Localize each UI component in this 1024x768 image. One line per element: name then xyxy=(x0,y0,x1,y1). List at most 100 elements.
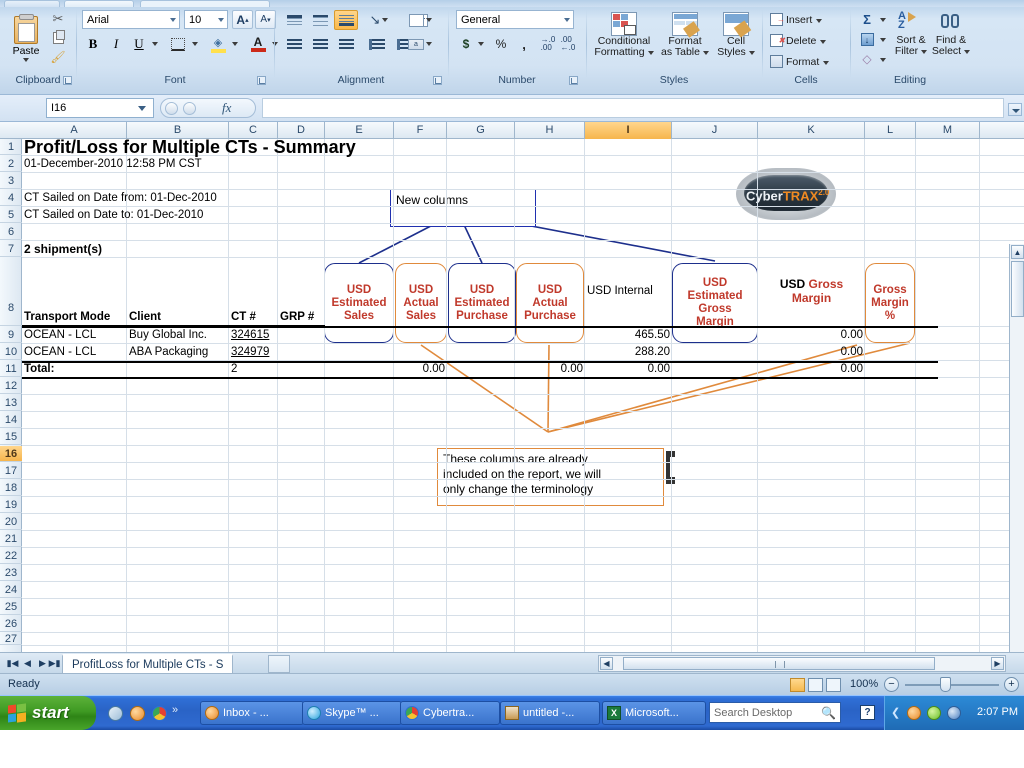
view-page-layout-button[interactable] xyxy=(808,678,823,692)
header-ct-number[interactable]: CT # xyxy=(229,309,278,326)
chrome-icon[interactable] xyxy=(152,706,167,721)
paste-button[interactable]: Paste xyxy=(6,10,46,68)
quick-launch-overflow-icon[interactable]: » xyxy=(172,704,178,716)
scroll-up-arrow[interactable]: ▲ xyxy=(1011,245,1024,259)
fill-color-button[interactable]: ◈ xyxy=(206,34,230,54)
row-header-19[interactable]: 19 xyxy=(0,497,22,513)
row-header-23[interactable]: 23 xyxy=(0,565,22,581)
column-header-F[interactable]: F xyxy=(394,122,447,139)
network-tray-icon[interactable] xyxy=(947,706,961,720)
scroll-right-arrow[interactable]: ▶ xyxy=(991,657,1004,670)
row-header-7[interactable]: 7 xyxy=(0,241,22,257)
selection-handle[interactable] xyxy=(666,457,670,477)
column-header-I[interactable]: I xyxy=(585,122,672,139)
borders-dropdown[interactable] xyxy=(190,38,200,50)
fill-dropdown[interactable] xyxy=(878,34,888,46)
taskbar-button-skype[interactable]: Skype™ ... xyxy=(302,701,402,725)
enter-icon[interactable] xyxy=(183,102,196,115)
align-top-button[interactable] xyxy=(282,10,306,30)
search-icon[interactable]: 🔍 xyxy=(821,706,836,720)
cell-gross-margin-9[interactable]: 0.00 xyxy=(758,327,865,343)
cell-area[interactable]: USD Estimated Sales USD Actual Sales USD Estima… xyxy=(22,137,1024,652)
column-header-M[interactable]: M xyxy=(916,122,980,139)
cell-usd-internal-10[interactable]: 288.20 xyxy=(585,344,672,360)
tab-page-layout[interactable] xyxy=(140,0,270,7)
vertical-scrollbar[interactable]: ▲ ▼ xyxy=(1009,244,1024,652)
zoom-slider-thumb[interactable] xyxy=(940,677,951,692)
header-client[interactable]: Client xyxy=(127,309,229,326)
autosum-dropdown[interactable] xyxy=(878,14,888,26)
row-header-22[interactable]: 22 xyxy=(0,548,22,564)
cancel-icon[interactable] xyxy=(165,102,178,115)
row-header-14[interactable]: 14 xyxy=(0,412,22,428)
delete-cells-button[interactable]: ✖ Delete xyxy=(770,31,842,50)
row-header-25[interactable]: 25 xyxy=(0,599,22,615)
antivirus-tray-icon[interactable] xyxy=(927,706,941,720)
number-format-select[interactable]: General xyxy=(456,10,574,29)
column-callout-f[interactable]: USD Actual Sales xyxy=(395,263,447,343)
nav-prev-sheet-icon[interactable]: ◀ xyxy=(21,657,34,670)
header-grp-number[interactable]: GRP # xyxy=(278,309,325,326)
header-usd-gross-margin[interactable]: USD Gross Margin xyxy=(758,274,865,308)
merge-and-center-button[interactable] xyxy=(406,10,434,30)
underline-dropdown[interactable] xyxy=(150,38,160,50)
cell-shipment-count[interactable]: 2 shipment(s) xyxy=(22,241,222,257)
row-header-9[interactable]: 9 xyxy=(0,327,22,343)
currency-button[interactable]: $ xyxy=(456,34,476,54)
column-header-G[interactable]: G xyxy=(447,122,515,139)
align-middle-button[interactable] xyxy=(308,10,332,30)
view-page-break-button[interactable] xyxy=(826,678,841,692)
insert-function-icon[interactable]: fx xyxy=(222,100,231,116)
number-dialog-launcher[interactable] xyxy=(569,76,578,85)
clear-button[interactable]: ◇ xyxy=(856,50,878,68)
orientation-button[interactable]: ↘ xyxy=(364,10,394,30)
cell-total-h[interactable]: 0.00 xyxy=(515,361,585,377)
fill-color-dropdown[interactable] xyxy=(230,38,240,50)
mail-tray-icon[interactable] xyxy=(907,706,921,720)
name-box-chevron-down-icon[interactable] xyxy=(138,106,146,111)
header-transport-mode[interactable]: Transport Mode xyxy=(22,309,127,326)
taskbar-button-inbox[interactable]: Inbox - ... xyxy=(200,701,304,725)
formula-input[interactable] xyxy=(262,98,1004,118)
clipboard-dialog-launcher[interactable] xyxy=(63,76,72,85)
row-header-27[interactable]: 27 xyxy=(0,633,22,645)
row-header-12[interactable]: 12 xyxy=(0,378,22,394)
decrease-decimal-button[interactable]: .00 ←.0 xyxy=(558,34,578,54)
row-header-11[interactable]: 11 xyxy=(0,361,22,377)
decrease-indent-button[interactable] xyxy=(364,34,390,54)
row-header-26[interactable]: 26 xyxy=(0,616,22,632)
row-header-20[interactable]: 20 xyxy=(0,514,22,530)
zoom-slider-track[interactable] xyxy=(905,684,999,686)
sort-and-filter-button[interactable]: A Z Sort & Filter xyxy=(892,10,930,72)
start-button[interactable]: start xyxy=(0,696,96,730)
column-header-H[interactable]: H xyxy=(515,122,585,139)
search-desktop-input[interactable]: Search Desktop 🔍 xyxy=(709,702,841,723)
cut-button[interactable]: ✂ xyxy=(48,10,68,28)
cell-styles-button[interactable]: Cell Styles xyxy=(714,10,758,72)
cell-ct-10[interactable]: 324979 xyxy=(229,344,278,360)
font-dialog-launcher[interactable] xyxy=(257,76,266,85)
italic-button[interactable]: I xyxy=(105,34,127,54)
row-header-1[interactable]: 1 xyxy=(0,139,22,155)
system-clock[interactable]: 2:07 PM xyxy=(977,706,1018,718)
format-as-table-button[interactable]: Format as Table xyxy=(658,10,712,72)
column-header-L[interactable]: L xyxy=(865,122,916,139)
formula-bar-expand-button[interactable] xyxy=(1008,103,1022,116)
font-size-input[interactable]: 10 xyxy=(184,10,228,29)
cell-transport-10[interactable]: OCEAN - LCL xyxy=(22,344,127,360)
increase-decimal-button[interactable]: →.0.00 xyxy=(538,34,558,54)
cell-total-f[interactable]: 0.00 xyxy=(394,361,447,377)
column-header-K[interactable]: K xyxy=(758,122,865,139)
horizontal-scrollbar[interactable]: ◀ ▶ xyxy=(598,655,1006,672)
font-color-button[interactable]: A xyxy=(246,34,270,54)
vertical-scroll-thumb[interactable] xyxy=(1011,261,1024,317)
row-header-2[interactable]: 2 xyxy=(0,156,22,172)
cell-gross-margin-10[interactable]: 0.00 xyxy=(758,344,865,360)
row-header-6[interactable]: 6 xyxy=(0,224,22,240)
row-header-3[interactable]: 3 xyxy=(0,173,22,189)
cell-ct-9[interactable]: 324615 xyxy=(229,327,278,343)
row-header-13[interactable]: 13 xyxy=(0,395,22,411)
format-cells-button[interactable]: Format xyxy=(770,52,842,71)
row-header-18[interactable]: 18 xyxy=(0,480,22,496)
cell-total-ct[interactable]: 2 xyxy=(229,361,278,377)
